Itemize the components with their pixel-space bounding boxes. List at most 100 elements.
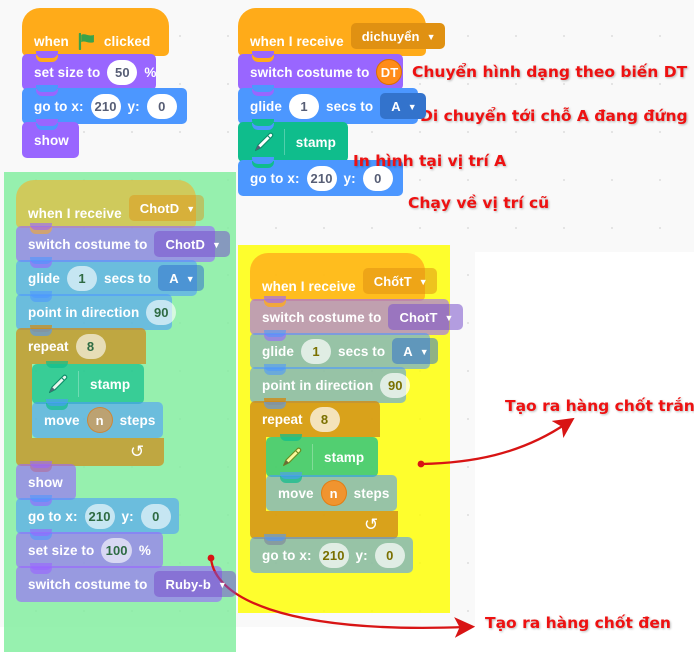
- message-dropdown[interactable]: ChotD ▼: [128, 195, 205, 221]
- x-input[interactable]: 210: [318, 542, 349, 568]
- pen-divider: [312, 444, 313, 470]
- stamp-block[interactable]: stamp: [266, 434, 378, 483]
- glide-target-dropdown[interactable]: A ▼: [392, 338, 438, 364]
- secs-to-label: secs to: [104, 270, 152, 286]
- when-i-receive-label: when I receive: [262, 279, 356, 294]
- scratch-workspace: when clicked set size to 50 % go to x: 2…: [0, 0, 694, 652]
- message-value: ChotD: [139, 200, 180, 216]
- x-input[interactable]: 210: [84, 503, 115, 529]
- point-in-direction-label: point in direction: [262, 377, 374, 393]
- size-input[interactable]: 100: [101, 537, 132, 563]
- annot-black-pegs: Tạo ra hàng chốt đen: [485, 614, 671, 632]
- annot-white-pegs: Tạo ra hàng chốt trắng: [505, 397, 694, 415]
- show-label: show: [28, 474, 63, 490]
- y-input[interactable]: 0: [374, 542, 405, 568]
- repeat-block[interactable]: repeat 8 stamp move n steps ↻: [250, 401, 449, 539]
- chevron-down-icon: ▼: [407, 101, 417, 112]
- when-i-receive-label: when I receive: [250, 34, 344, 49]
- glide-label: glide: [28, 270, 61, 286]
- costume-dropdown-2[interactable]: Ruby-b ▼: [154, 571, 236, 597]
- costume-value: ChotD: [165, 236, 205, 252]
- glide-target-value: A: [391, 98, 401, 114]
- glide-secs-input[interactable]: 1: [67, 265, 98, 291]
- message-dropdown[interactable]: ChốtT ▼: [362, 268, 437, 294]
- show-label: show: [34, 132, 69, 148]
- message-value: dichuyển: [361, 28, 420, 44]
- annot-switch-costume-text: Chuyển hình dạng theo biến DT: [412, 63, 688, 81]
- glide-target-value: A: [169, 270, 179, 286]
- glide-secs-input[interactable]: 1: [301, 338, 332, 364]
- chevron-down-icon: ▼: [444, 312, 454, 323]
- repeat-left-arm: [16, 364, 32, 438]
- repeat-count-input[interactable]: 8: [75, 333, 106, 359]
- annot-goto-text: Chạy về vị trí cũ: [408, 194, 550, 212]
- annot-goto: Chạy về vị trí cũ: [408, 194, 549, 212]
- repeat-count-input[interactable]: 8: [309, 406, 340, 432]
- move-label: move: [278, 485, 314, 501]
- annot-white-pegs-text: Tạo ra hàng chốt trắng: [505, 397, 694, 415]
- repeat-label: repeat: [28, 338, 69, 354]
- direction-input[interactable]: 90: [146, 299, 177, 325]
- switch-costume-label: switch costume to: [262, 309, 382, 325]
- y-input[interactable]: 0: [362, 165, 393, 191]
- n-variable-reporter[interactable]: n: [320, 480, 347, 506]
- message-dropdown[interactable]: dichuyển ▼: [350, 23, 445, 49]
- message-value: ChốtT: [373, 273, 412, 289]
- repeat-label: repeat: [262, 411, 303, 427]
- when-i-receive-chott-hat[interactable]: when I receive ChốtT ▼: [250, 253, 437, 307]
- chevron-down-icon: ▼: [418, 276, 428, 287]
- go-to-x-label: go to x:: [262, 547, 312, 563]
- annot-black-pegs-text: Tạo ra hàng chốt đen: [485, 614, 671, 632]
- costume-dropdown[interactable]: ChotT ▼: [388, 304, 463, 330]
- switch-costume-label-2: switch costume to: [28, 576, 148, 592]
- switch-costume-label: switch costume to: [250, 64, 370, 80]
- x-input[interactable]: 210: [306, 165, 337, 191]
- set-size-to-label: set size to: [34, 64, 101, 80]
- when-i-receive-dichuyen-hat[interactable]: when I receive dichuyển ▼: [238, 8, 445, 62]
- costume-dropdown[interactable]: ChotD ▼: [154, 231, 230, 257]
- pen-divider: [78, 371, 79, 397]
- x-input[interactable]: 210: [90, 93, 121, 119]
- when-green-flag-clicked-script[interactable]: when clicked set size to 50 % go to x: 2…: [22, 8, 187, 158]
- when-i-receive-chott-script[interactable]: when I receive ChốtT ▼ switch costume to…: [250, 253, 463, 573]
- chevron-down-icon: ▼: [211, 239, 221, 250]
- go-to-x-label: go to x:: [28, 508, 78, 524]
- loop-arrow-icon: ↻: [363, 515, 378, 534]
- y-input[interactable]: 0: [146, 93, 177, 119]
- glide-secs-input[interactable]: 1: [289, 93, 320, 119]
- stamp-label: stamp: [90, 376, 131, 392]
- size-input[interactable]: 50: [107, 59, 138, 85]
- y-label: y:: [121, 508, 134, 524]
- glide-target-dropdown[interactable]: A ▼: [380, 93, 426, 119]
- chevron-down-icon: ▼: [186, 203, 196, 214]
- glide-target-dropdown[interactable]: A ▼: [158, 265, 204, 291]
- costume-value: ChotT: [399, 309, 438, 325]
- direction-input[interactable]: 90: [380, 372, 411, 398]
- green-flag-icon: [78, 33, 94, 50]
- repeat-block[interactable]: repeat 8 stamp move n steps ↻: [16, 328, 222, 466]
- pen-divider: [284, 129, 285, 155]
- dt-variable-reporter[interactable]: DT: [376, 59, 403, 85]
- stamp-label: stamp: [324, 449, 365, 465]
- secs-to-label: secs to: [326, 98, 374, 114]
- when-i-receive-chotd-hat[interactable]: when I receive ChotD ▼: [16, 180, 205, 234]
- glide-label: glide: [250, 98, 283, 114]
- annot-glide: Di chuyển tới chỗ A đang đứng: [420, 107, 688, 125]
- y-input[interactable]: 0: [140, 503, 171, 529]
- loop-arrow-icon: ↻: [129, 442, 144, 461]
- when-i-receive-chotd-script[interactable]: when I receive ChotD ▼ switch costume to…: [16, 180, 236, 602]
- chevron-down-icon: ▼: [419, 346, 429, 357]
- n-variable-reporter[interactable]: n: [86, 407, 113, 433]
- go-to-xy-block[interactable]: go to x: 210 y: 0: [250, 534, 413, 573]
- repeat-left-arm: [250, 437, 266, 511]
- y-label: y:: [355, 547, 368, 563]
- y-label: y:: [127, 98, 140, 114]
- chevron-down-icon: ▼: [217, 579, 227, 590]
- pen-icon: [282, 447, 302, 467]
- when-green-flag-clicked-block[interactable]: when clicked: [22, 8, 169, 62]
- repeat-body: stamp move n steps: [250, 434, 449, 511]
- when-label: when: [34, 34, 69, 49]
- repeat-body: stamp move n steps: [16, 361, 222, 438]
- steps-label: steps: [353, 485, 390, 501]
- stamp-block[interactable]: stamp: [32, 361, 144, 410]
